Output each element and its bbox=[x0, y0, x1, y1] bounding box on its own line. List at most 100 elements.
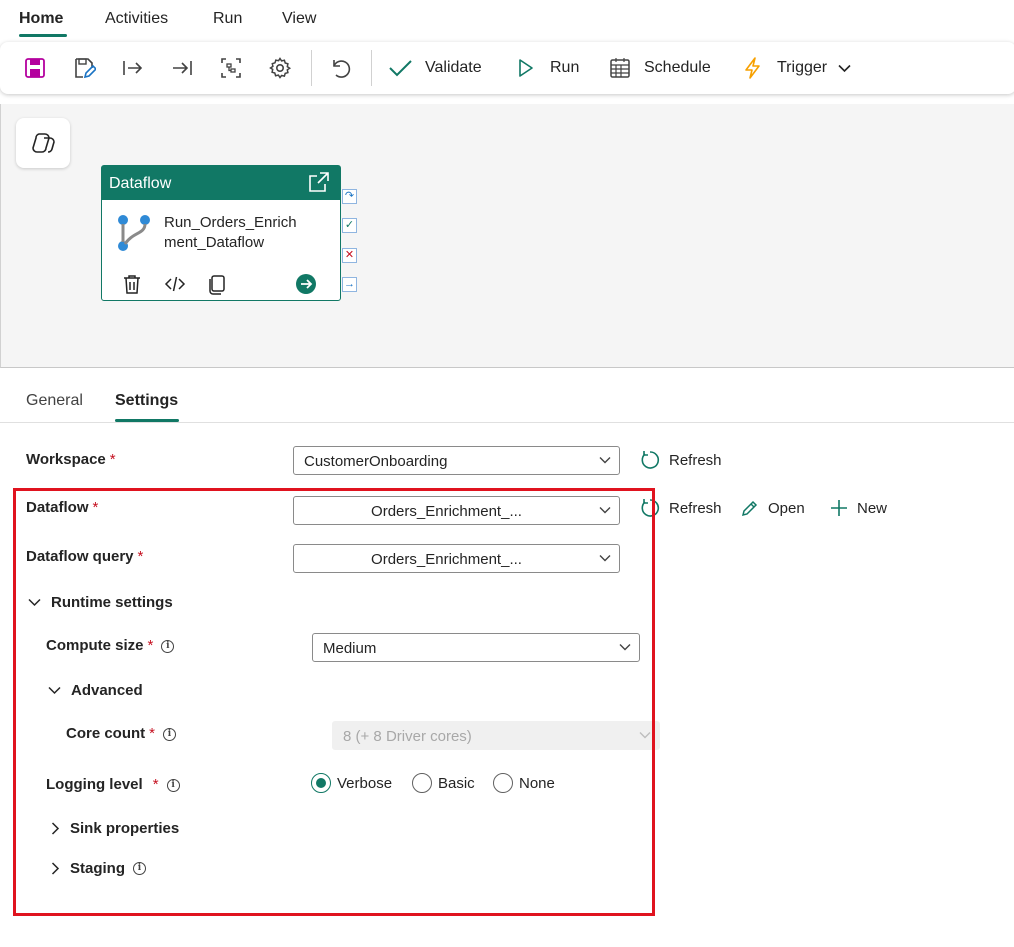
save-icon bbox=[25, 58, 45, 78]
fit-view-icon bbox=[221, 58, 241, 78]
staging-toggle[interactable]: Staging i bbox=[51, 860, 146, 877]
arrow-right-circle-icon[interactable] bbox=[295, 273, 317, 295]
menu-active-indicator bbox=[19, 34, 67, 37]
radio-checked[interactable] bbox=[311, 773, 331, 793]
compute-size-select[interactable]: Medium bbox=[312, 633, 640, 662]
info-icon[interactable]: i bbox=[161, 640, 175, 653]
dataflow-refresh-button[interactable]: Refresh bbox=[641, 498, 722, 518]
copy-icon[interactable] bbox=[206, 273, 228, 295]
pipeline-canvas[interactable]: Dataflow Run_Orders_Enrich ment_Dataflow… bbox=[0, 104, 1014, 368]
move-right-button[interactable] bbox=[118, 54, 146, 82]
refresh-icon bbox=[641, 451, 660, 469]
schedule-label[interactable]: Schedule bbox=[644, 59, 711, 77]
workspace-refresh-button[interactable]: Refresh bbox=[641, 450, 722, 470]
toolbar: Validate Run Schedule Trigger bbox=[0, 42, 1014, 94]
menu-run[interactable]: Run bbox=[213, 10, 242, 28]
refresh-icon bbox=[641, 499, 660, 517]
advanced-toggle[interactable]: Advanced bbox=[48, 682, 143, 699]
dataflow-query-label: Dataflow query * bbox=[26, 548, 144, 565]
chevron-down-icon bbox=[48, 686, 61, 695]
lightning-icon bbox=[745, 57, 760, 79]
chevron-down-icon[interactable] bbox=[838, 64, 851, 73]
save-as-button[interactable] bbox=[70, 54, 98, 82]
info-icon[interactable]: i bbox=[133, 862, 146, 875]
runtime-settings-toggle[interactable]: Runtime settings bbox=[28, 594, 173, 611]
tab-general[interactable]: General bbox=[26, 392, 83, 410]
logging-level-label: Logging level * i bbox=[46, 776, 180, 793]
toolbar-separator bbox=[371, 50, 372, 86]
undo-button[interactable] bbox=[327, 54, 355, 82]
validate-button[interactable] bbox=[386, 54, 414, 82]
chevron-down-icon bbox=[599, 457, 611, 464]
save-button[interactable] bbox=[21, 54, 49, 82]
dataflow-icon bbox=[118, 215, 150, 251]
arrow-to-bar-icon bbox=[173, 61, 192, 75]
dataflow-select[interactable]: Orders_Enrichment_... bbox=[293, 496, 620, 525]
dataflow-label: Dataflow * bbox=[26, 499, 99, 516]
chevron-down-icon bbox=[599, 507, 611, 514]
toolbar-separator bbox=[311, 50, 312, 86]
run-label[interactable]: Run bbox=[550, 59, 579, 77]
chevron-down-icon bbox=[619, 644, 631, 651]
activity-type-label: Dataflow bbox=[109, 175, 172, 192]
code-icon[interactable] bbox=[164, 273, 186, 295]
chevron-down-icon bbox=[599, 555, 611, 562]
chevron-down-icon bbox=[639, 732, 651, 739]
auto-align-button[interactable] bbox=[217, 54, 245, 82]
settings-button[interactable] bbox=[266, 54, 294, 82]
play-icon bbox=[519, 59, 533, 77]
tab-settings[interactable]: Settings bbox=[115, 392, 178, 410]
dataflow-open-button[interactable]: Open bbox=[740, 498, 805, 518]
top-menu: Home Activities Run View bbox=[0, 0, 1014, 40]
fail-port[interactable]: ✕ bbox=[342, 248, 357, 263]
trigger-label[interactable]: Trigger bbox=[777, 59, 827, 77]
dataflow-query-select[interactable]: Orders_Enrichment_... bbox=[293, 544, 620, 573]
workspace-select[interactable]: CustomerOnboarding bbox=[293, 446, 620, 475]
arrow-from-bar-icon bbox=[123, 61, 143, 75]
workspace-label: Workspace * bbox=[26, 451, 116, 468]
info-icon[interactable]: i bbox=[166, 779, 180, 792]
compute-size-label: Compute size * i bbox=[46, 637, 175, 654]
completion-port[interactable]: → bbox=[342, 277, 357, 292]
chevron-down-icon bbox=[28, 598, 41, 607]
sink-properties-toggle[interactable]: Sink properties bbox=[51, 820, 179, 837]
validate-label[interactable]: Validate bbox=[425, 59, 482, 77]
menu-view[interactable]: View bbox=[282, 10, 316, 28]
menu-home[interactable]: Home bbox=[19, 10, 63, 28]
checkmark-small-icon: ✓ bbox=[344, 219, 355, 231]
skip-arrow-icon: ↷ bbox=[344, 190, 355, 202]
activity-body: Run_Orders_Enrich ment_Dataflow bbox=[102, 200, 340, 300]
logging-basic-radio[interactable]: Basic bbox=[412, 773, 475, 793]
arrow-right-icon: → bbox=[344, 278, 355, 290]
save-edit-icon bbox=[75, 58, 96, 79]
dataflow-new-button[interactable]: New bbox=[829, 498, 887, 518]
info-icon[interactable]: i bbox=[163, 728, 177, 741]
calendar-icon bbox=[610, 58, 630, 78]
trigger-button[interactable] bbox=[739, 54, 767, 82]
dataflow-activity-card[interactable]: Dataflow Run_Orders_Enrich ment_Dataflow bbox=[101, 165, 341, 301]
pencil-icon bbox=[741, 500, 758, 517]
chevron-right-icon bbox=[51, 862, 60, 875]
core-count-label: Core count * i bbox=[66, 725, 177, 742]
move-to-end-button[interactable] bbox=[168, 54, 196, 82]
skip-port[interactable]: ↷ bbox=[342, 189, 357, 204]
radio-unchecked[interactable] bbox=[493, 773, 513, 793]
logging-verbose-radio[interactable]: Verbose bbox=[311, 773, 392, 793]
checkmark-icon bbox=[389, 60, 412, 77]
menu-activities[interactable]: Activities bbox=[105, 10, 168, 28]
activity-name: Run_Orders_Enrich ment_Dataflow bbox=[164, 214, 297, 251]
tab-divider bbox=[0, 422, 1014, 423]
success-port[interactable]: ✓ bbox=[342, 218, 357, 233]
copilot-button[interactable] bbox=[16, 118, 70, 168]
schedule-button[interactable] bbox=[606, 54, 634, 82]
logging-none-radio[interactable]: None bbox=[493, 773, 555, 793]
radio-unchecked[interactable] bbox=[412, 773, 432, 793]
activity-header: Dataflow bbox=[102, 166, 340, 200]
open-external-icon[interactable] bbox=[308, 171, 330, 193]
chevron-right-icon bbox=[51, 822, 60, 835]
plus-icon bbox=[831, 500, 847, 516]
delete-icon[interactable] bbox=[121, 273, 143, 295]
run-button[interactable] bbox=[511, 54, 539, 82]
gear-icon bbox=[269, 57, 292, 79]
undo-icon bbox=[333, 60, 351, 78]
